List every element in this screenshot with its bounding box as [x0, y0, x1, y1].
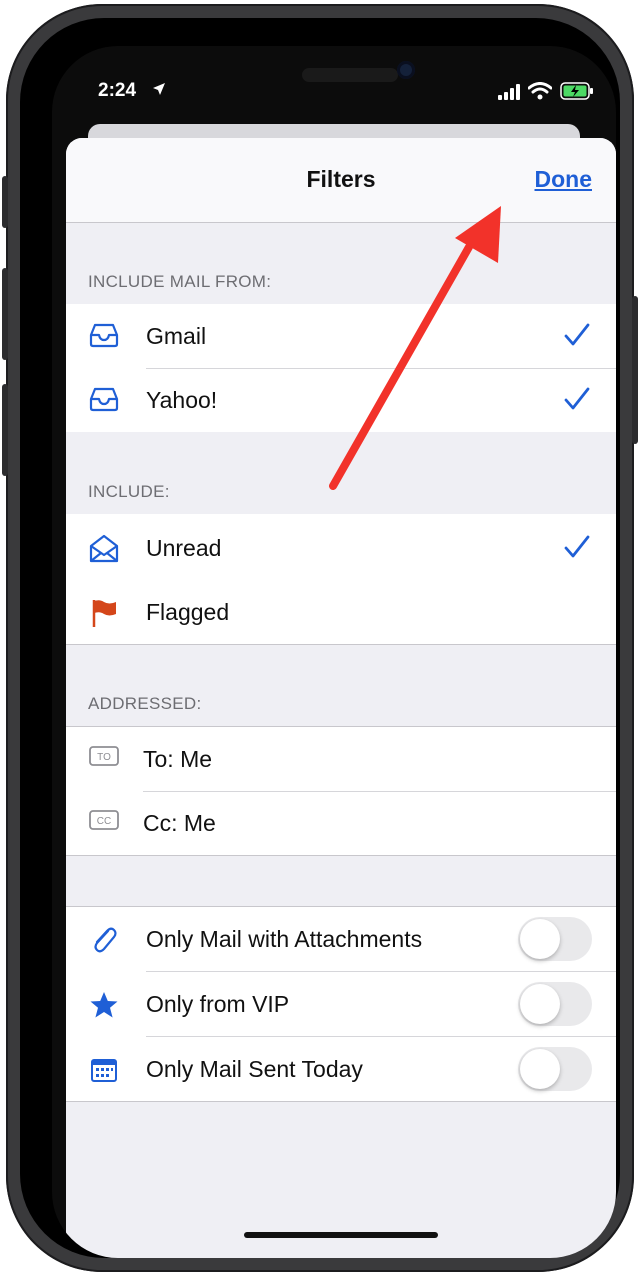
annotation-arrow — [329, 206, 501, 490]
